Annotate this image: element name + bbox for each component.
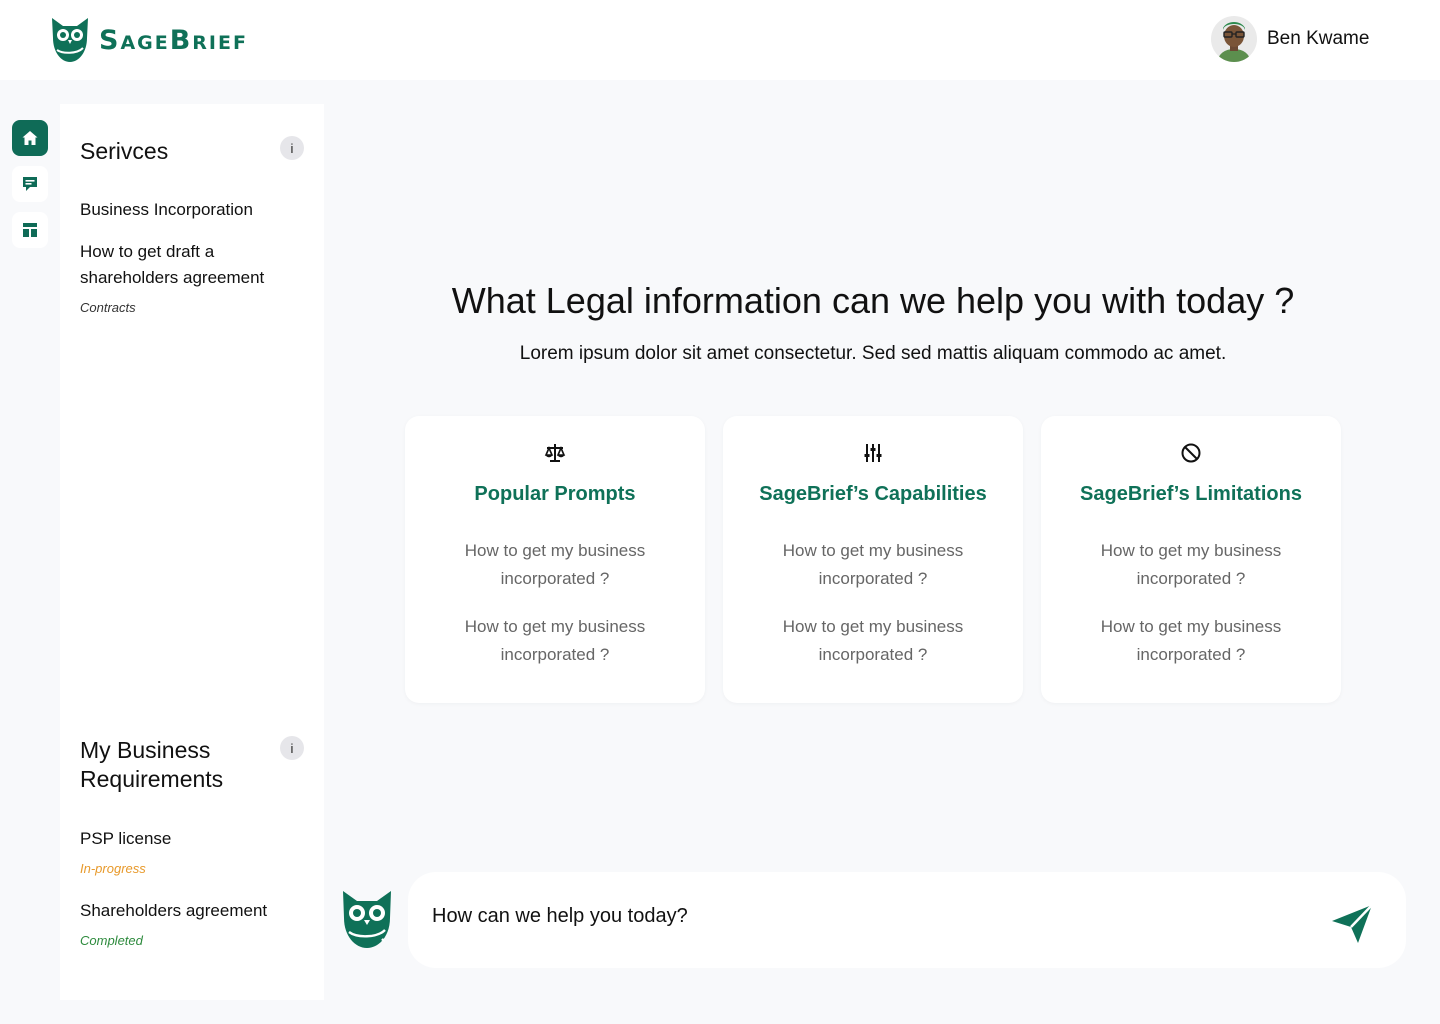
chat-icon <box>23 177 37 191</box>
brand-name: SageBrief <box>99 24 248 56</box>
sidebar-item-shareholders-draft[interactable]: How to get draft a shareholders agreemen… <box>80 239 310 291</box>
send-button[interactable] <box>1328 900 1376 948</box>
services-title: Serivces <box>80 138 169 164</box>
requirements-info-button[interactable]: i <box>280 736 304 760</box>
prompt-link[interactable]: How to get my business incorporated ? <box>753 537 993 593</box>
page-subtitle: Lorem ipsum dolor sit amet consectetur. … <box>519 343 1227 364</box>
item-tag: Contracts <box>80 300 136 315</box>
prompt-link[interactable]: How to get my business incorporated ? <box>435 537 675 593</box>
prompt-link[interactable]: How to get my business incorporated ? <box>1071 613 1311 669</box>
requirement-item-shareholders-agreement[interactable]: Shareholders agreement <box>80 898 310 924</box>
sliders-icon <box>723 442 1023 464</box>
sidebar: Serivces i Business Incorporation How to… <box>60 104 324 1000</box>
user-name[interactable]: Ben Kwame <box>1267 28 1369 50</box>
rail-dashboard-button[interactable] <box>12 212 48 248</box>
bot-avatar <box>339 888 395 950</box>
owl-logo-icon <box>52 18 88 62</box>
brand-logo[interactable]: SageBrief <box>49 16 248 64</box>
rail-home-button[interactable] <box>12 120 48 156</box>
card-title: Popular Prompts <box>474 483 636 505</box>
page-title: What Legal information can we help you w… <box>451 280 1295 321</box>
card-capabilities: SageBrief’s Capabilities How to get my b… <box>723 416 1023 703</box>
status-badge: In-progress <box>80 861 146 876</box>
prompt-link[interactable]: How to get my business incorporated ? <box>435 613 675 669</box>
user-menu[interactable]: Ben Kwame <box>1211 16 1369 62</box>
home-icon <box>22 131 38 145</box>
card-title: SageBrief’s Capabilities <box>759 483 987 505</box>
top-bar: SageBrief Ben Kwame <box>0 0 1440 80</box>
block-icon <box>1041 442 1341 464</box>
services-info-button[interactable]: i <box>280 136 304 160</box>
requirement-item-psp-license[interactable]: PSP license <box>80 826 310 852</box>
scales-icon <box>405 442 705 464</box>
avatar[interactable] <box>1211 16 1257 62</box>
prompt-link[interactable]: How to get my business incorporated ? <box>753 613 993 669</box>
card-limitations: SageBrief’s Limitations How to get my bu… <box>1041 416 1341 703</box>
sidebar-item-business-incorporation[interactable]: Business Incorporation <box>80 197 310 223</box>
card-title: SageBrief’s Limitations <box>1080 483 1302 505</box>
chat-input[interactable] <box>432 905 1312 928</box>
rail-chat-button[interactable] <box>12 166 48 202</box>
send-icon <box>1332 904 1373 943</box>
prompt-link[interactable]: How to get my business incorporated ? <box>1071 537 1311 593</box>
chat-box <box>408 872 1406 968</box>
owl-bot-icon <box>343 891 391 948</box>
card-popular-prompts: Popular Prompts How to get my business i… <box>405 416 705 703</box>
user-avatar-icon <box>1211 16 1257 62</box>
requirements-title: My Business Requirements <box>80 737 224 792</box>
dashboard-icon <box>23 223 37 237</box>
status-badge: Completed <box>80 933 143 948</box>
